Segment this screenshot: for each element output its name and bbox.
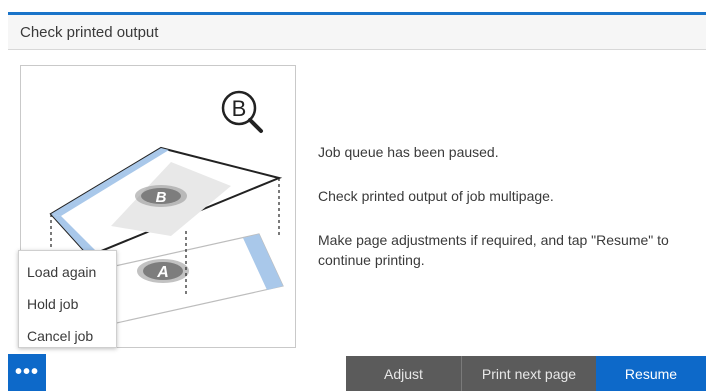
magnifier-letter: B — [232, 96, 247, 121]
print-next-page-button[interactable]: Print next page — [462, 356, 596, 391]
menu-item-cancel-job[interactable]: Cancel job — [27, 328, 93, 344]
instructions-message: Make page adjustments if required, and t… — [318, 232, 669, 268]
menu-item-load-again[interactable]: Load again — [27, 264, 96, 280]
menu-item-hold-job[interactable]: Hold job — [27, 296, 78, 312]
status-message: Job queue has been paused. — [318, 144, 499, 160]
more-options-button[interactable]: ••• — [8, 354, 46, 391]
more-options-menu: Load again Hold job Cancel job — [18, 250, 117, 348]
resume-button[interactable]: Resume — [596, 356, 706, 391]
title-bar: Check printed output — [8, 15, 706, 50]
sheet-b-letter: B — [156, 189, 167, 206]
adjust-button[interactable]: Adjust — [346, 356, 462, 391]
sheet-a-letter: A — [156, 264, 169, 281]
page-title: Check printed output — [20, 24, 159, 41]
check-output-message: Check printed output of job multipage. — [318, 188, 554, 204]
